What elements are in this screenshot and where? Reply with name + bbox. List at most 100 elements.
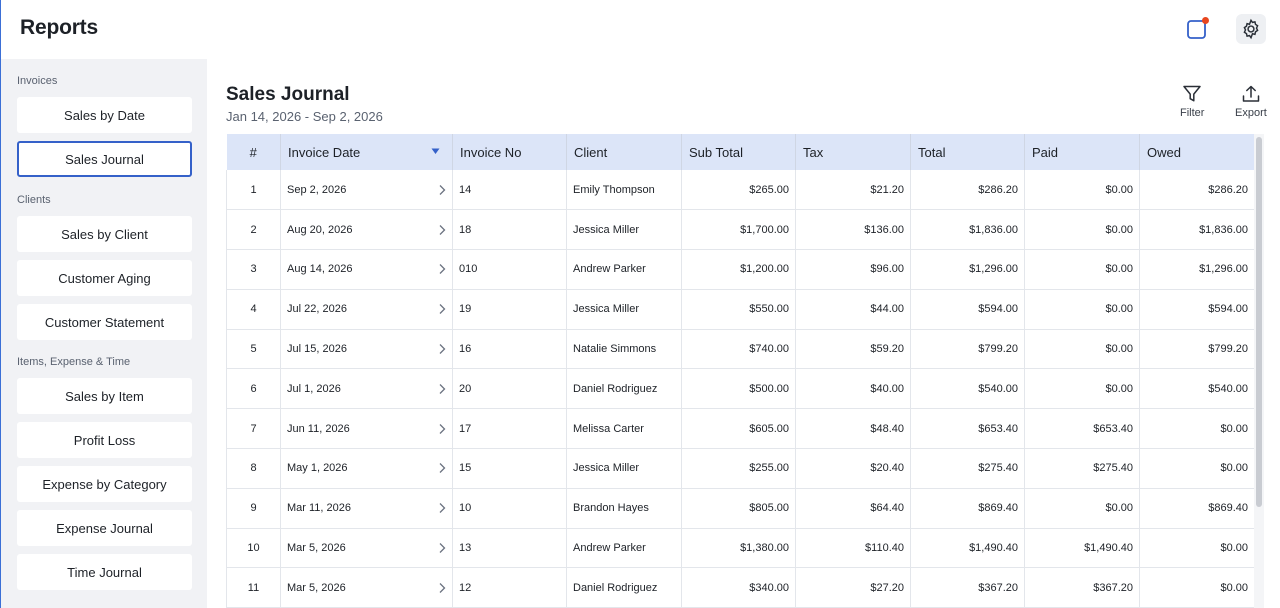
table-header-row: # Invoice Date Invoice No Client Sub Tot…: [226, 134, 1254, 170]
table-row[interactable]: 6 Jul 1, 2026 20 Daniel Rodriguez $500.00 $40…: [226, 368, 1254, 410]
cell-tax: $40.00: [795, 368, 911, 410]
chevron-right-icon[interactable]: [438, 343, 446, 355]
cell-invoice-no: 10: [452, 488, 567, 529]
sidebar-item-sales-by-client[interactable]: Sales by Client: [17, 216, 192, 252]
cell-owed: $1,296.00: [1139, 249, 1254, 290]
table-row[interactable]: 9 Mar 11, 2026 10 Brandon Hayes $805.00 $64.4…: [226, 488, 1254, 529]
cell-paid: $0.00: [1024, 488, 1140, 529]
cell-number: 9: [226, 488, 281, 529]
cell-invoice-date: Jul 22, 2026: [280, 289, 453, 330]
cell-client: Jessica Miller: [566, 209, 682, 251]
cell-client: Jessica Miller: [566, 448, 682, 489]
chevron-right-icon[interactable]: [438, 542, 446, 554]
sales-journal-table-container: # Invoice Date Invoice No Client Sub Tot…: [226, 134, 1254, 608]
table-row[interactable]: 11 Mar 5, 2026 12 Daniel Rodriguez $340.00 $2…: [226, 567, 1254, 608]
cell-total: $1,296.00: [910, 249, 1025, 290]
table-row[interactable]: 5 Jul 15, 2026 16 Natalie Simmons $740.00 $59…: [226, 329, 1254, 370]
column-header-owed[interactable]: Owed: [1139, 134, 1254, 170]
column-header-number[interactable]: #: [226, 134, 281, 170]
cell-sub-total: $1,200.00: [681, 249, 796, 290]
chevron-right-icon[interactable]: [438, 502, 446, 514]
cell-paid: $0.00: [1024, 329, 1140, 370]
cell-paid: $0.00: [1024, 209, 1140, 251]
column-header-tax[interactable]: Tax: [795, 134, 911, 170]
sidebar-item-sales-by-item[interactable]: Sales by Item: [17, 378, 192, 414]
cell-tax: $48.40: [795, 408, 911, 450]
cell-paid: $0.00: [1024, 170, 1140, 211]
sidebar-item-expense-journal[interactable]: Expense Journal: [17, 510, 192, 546]
filter-button[interactable]: Filter: [1180, 84, 1204, 119]
sidebar-item-expense-by-category[interactable]: Expense by Category: [17, 466, 192, 502]
cell-number: 7: [226, 408, 281, 450]
column-header-client[interactable]: Client: [566, 134, 682, 170]
section-label-invoices: Invoices: [17, 75, 58, 87]
cell-invoice-date: Mar 5, 2026: [280, 567, 453, 608]
table-row[interactable]: 10 Mar 5, 2026 13 Andrew Parker $1,380.00 $11…: [226, 528, 1254, 569]
table-row[interactable]: 7 Jun 11, 2026 17 Melissa Carter $605.00 $48.…: [226, 408, 1254, 450]
scrollbar-thumb[interactable]: [1256, 137, 1262, 507]
table-row[interactable]: 2 Aug 20, 2026 18 Jessica Miller $1,700.00 $1…: [226, 209, 1254, 251]
sidebar-item-profit-loss[interactable]: Profit Loss: [17, 422, 192, 458]
invoice-date-text: Jul 1, 2026: [287, 382, 341, 395]
cell-tax: $136.00: [795, 209, 911, 251]
chevron-right-icon[interactable]: [438, 582, 446, 594]
cell-number: 3: [226, 249, 281, 290]
cell-invoice-date: Jul 15, 2026: [280, 329, 453, 370]
chevron-right-icon[interactable]: [438, 184, 446, 196]
cell-invoice-no: 20: [452, 368, 567, 410]
table-row[interactable]: 3 Aug 14, 2026 010 Andrew Parker $1,200.00 $9…: [226, 249, 1254, 290]
cell-tax: $110.40: [795, 528, 911, 569]
cell-sub-total: $550.00: [681, 289, 796, 330]
chevron-right-icon[interactable]: [438, 423, 446, 435]
column-header-sub-total[interactable]: Sub Total: [681, 134, 796, 170]
cell-sub-total: $1,380.00: [681, 528, 796, 569]
cell-owed: $0.00: [1139, 528, 1254, 569]
cell-owed: $869.40: [1139, 488, 1254, 529]
cell-sub-total: $265.00: [681, 170, 796, 211]
sidebar-item-time-journal[interactable]: Time Journal: [17, 554, 192, 590]
sidebar-item-customer-aging[interactable]: Customer Aging: [17, 260, 192, 296]
chevron-right-icon[interactable]: [438, 263, 446, 275]
sidebar-item-sales-by-date[interactable]: Sales by Date: [17, 97, 192, 133]
export-label: Export: [1235, 107, 1267, 119]
settings-button[interactable]: [1236, 14, 1266, 44]
cell-invoice-date: Jul 1, 2026: [280, 368, 453, 410]
column-header-invoice-date[interactable]: Invoice Date: [280, 134, 453, 170]
column-header-paid[interactable]: Paid: [1024, 134, 1140, 170]
cell-number: 2: [226, 209, 281, 251]
cell-invoice-no: 010: [452, 249, 567, 290]
cell-total: $799.20: [910, 329, 1025, 370]
cell-client: Natalie Simmons: [566, 329, 682, 370]
invoice-date-text: Aug 20, 2026: [287, 223, 353, 236]
chevron-right-icon[interactable]: [438, 224, 446, 236]
sort-down-icon[interactable]: [431, 147, 440, 155]
notification-button[interactable]: [1182, 14, 1212, 44]
upload-icon: [1242, 85, 1260, 102]
cell-owed: $0.00: [1139, 448, 1254, 489]
export-button[interactable]: Export: [1235, 84, 1267, 119]
column-header-invoice-no[interactable]: Invoice No: [452, 134, 567, 170]
cell-invoice-date: May 1, 2026: [280, 448, 453, 489]
cell-tax: $96.00: [795, 249, 911, 290]
column-header-total[interactable]: Total: [910, 134, 1025, 170]
invoice-date-text: Jun 11, 2026: [287, 422, 350, 435]
report-date-range: Jan 14, 2026 - Sep 2, 2026: [226, 109, 383, 124]
chevron-right-icon[interactable]: [438, 303, 446, 315]
sidebar-item-customer-statement[interactable]: Customer Statement: [17, 304, 192, 340]
table-body: 1 Sep 2, 2026 14 Emily Thompson $265.00 $21.2…: [226, 170, 1254, 608]
chevron-right-icon[interactable]: [438, 462, 446, 474]
table-row[interactable]: 1 Sep 2, 2026 14 Emily Thompson $265.00 $21.2…: [226, 170, 1254, 211]
cell-sub-total: $805.00: [681, 488, 796, 529]
table-row[interactable]: 8 May 1, 2026 15 Jessica Miller $255.00 $20.4…: [226, 448, 1254, 489]
sidebar-item-sales-journal[interactable]: Sales Journal: [17, 141, 192, 177]
cell-total: $1,490.40: [910, 528, 1025, 569]
cell-owed: $286.20: [1139, 170, 1254, 211]
cell-paid: $653.40: [1024, 408, 1140, 450]
chevron-right-icon[interactable]: [438, 383, 446, 395]
cell-total: $594.00: [910, 289, 1025, 330]
cell-client: Andrew Parker: [566, 528, 682, 569]
table-scrollbar[interactable]: [1254, 134, 1264, 608]
invoice-date-text: Mar 11, 2026: [287, 502, 352, 515]
table-row[interactable]: 4 Jul 22, 2026 19 Jessica Miller $550.00 $44.…: [226, 289, 1254, 330]
cell-invoice-date: Jun 11, 2026: [280, 408, 453, 450]
